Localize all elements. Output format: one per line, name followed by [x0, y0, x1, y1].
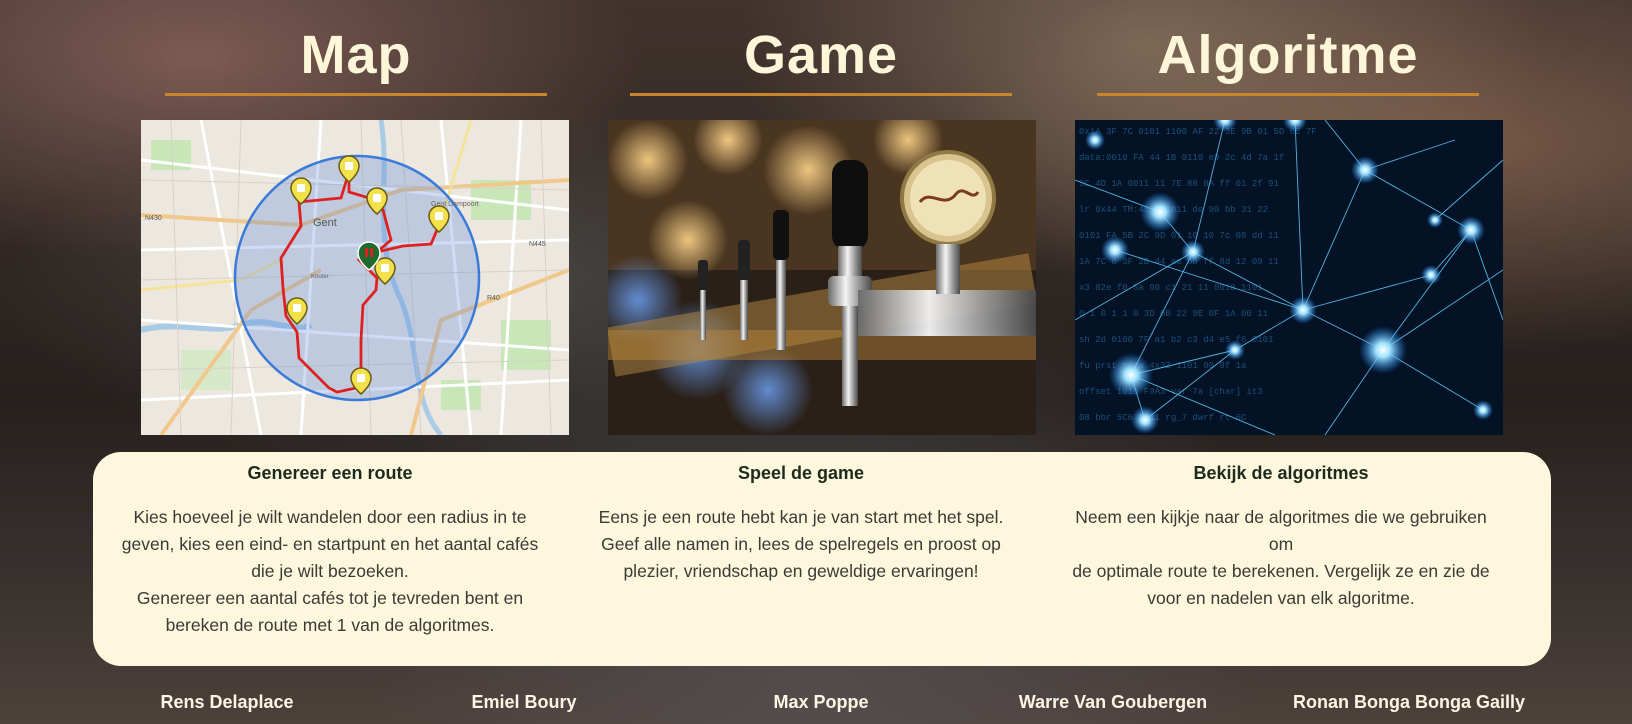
- map-label-road1: N430: [145, 215, 162, 222]
- game-info-line: Geef alle namen in, lees de spelregels e…: [601, 534, 1001, 554]
- algoritme-info-line: voor en nadelen van elk algoritme.: [1147, 588, 1415, 608]
- algoritme-info-line: de optimale route te berekenen. Vergelij…: [1072, 561, 1490, 581]
- map-info-body: Kies hoeveel je wilt wandelen door een r…: [110, 504, 550, 639]
- game-info: Speel de game Eens je een route hebt kan…: [581, 462, 1021, 585]
- algoritme-title[interactable]: Algoritme: [1097, 24, 1479, 96]
- map-title-text: Map: [300, 25, 412, 85]
- game-title-underline: [630, 93, 1012, 96]
- map-info-line: bereken de route met 1 van de algoritmes…: [165, 615, 495, 635]
- svg-text:0x1A 3F 7C 0101 1100 AF 22 3E: 0x1A 3F 7C 0101 1100 AF 22 3E 9B 01 5D 6…: [1079, 127, 1317, 137]
- map-label-city: Gent: [313, 217, 337, 229]
- algoritme-info: Bekijk de algoritmes Neem een kijkje naa…: [1061, 462, 1501, 612]
- network-image[interactable]: 0x1A 3F 7C 0101 1100 AF 22 3E 9B 01 5D 6…: [1075, 120, 1503, 435]
- map-illustration: Gent Gent Dampoort N430 N445 R40 Kouter: [141, 120, 569, 435]
- beer-tap-illustration: [608, 120, 1036, 435]
- algoritme-title-underline: [1097, 93, 1479, 96]
- map-image[interactable]: Gent Gent Dampoort N430 N445 R40 Kouter: [141, 120, 569, 435]
- algoritme-info-heading: Bekijk de algoritmes: [1193, 463, 1369, 483]
- svg-text:08 bbr 5C6 1011 rg_7 dwrf rt 6: 08 bbr 5C6 1011 rg_7 dwrf rt 6C: [1079, 413, 1247, 423]
- network-illustration: 0x1A 3F 7C 0101 1100 AF 22 3E 9B 01 5D 6…: [1075, 120, 1503, 435]
- map-info-line: Kies hoeveel je wilt wandelen door een r…: [133, 507, 527, 527]
- map-title-underline: [165, 93, 547, 96]
- svg-text:3C 4D 1A 0011 11 7E 88 8A ff 0: 3C 4D 1A 0011 11 7E 88 8A ff 01 2f 91: [1079, 179, 1279, 189]
- map-label-road2: N445: [529, 241, 546, 248]
- algoritme-title-text: Algoritme: [1157, 25, 1419, 85]
- map-info-line: geven, kies een eind- en startpunt en he…: [121, 534, 539, 554]
- credit-name: Warre Van Goubergen: [1018, 692, 1208, 712]
- game-title-text: Game: [743, 25, 899, 85]
- map-info-heading: Genereer een route: [247, 463, 413, 483]
- credit-name: Emiel Boury: [471, 692, 577, 712]
- svg-text:data:0010 FA 44 1B 0110 e9 2c: data:0010 FA 44 1B 0110 e9 2c 4d 7a 1f: [1079, 153, 1284, 163]
- map-label-street: Kouter: [311, 274, 329, 280]
- game-info-line: Eens je een route hebt kan je van start …: [598, 507, 1004, 527]
- map-info-line: die je wilt bezoeken.: [251, 561, 409, 581]
- credit-name: Ronan Bonga Bonga Gailly: [1292, 692, 1526, 712]
- game-info-heading: Speel de game: [737, 463, 865, 483]
- algoritme-info-body: Neem een kijkje naar de algoritmes die w…: [1061, 504, 1501, 612]
- game-info-body: Eens je een route hebt kan je van start …: [581, 504, 1021, 585]
- map-info-line: Genereer een aantal cafés tot je tevrede…: [136, 588, 524, 608]
- svg-text:sh 2d 0100 7F a1 b2 c3 d4 e5 f: sh 2d 0100 7F a1 b2 c3 d4 e5 f6 0101: [1079, 335, 1273, 345]
- svg-text:fu prst nrea 4x3Z 1101 00 9f 1: fu prst nrea 4x3Z 1101 00 9f 1a: [1079, 361, 1247, 371]
- credit-name: Max Poppe: [773, 692, 869, 712]
- game-info-line: plezier, vriendschap en geweldige ervari…: [623, 561, 979, 581]
- credits-bar: Rens Delaplace Emiel Boury Max Poppe War…: [0, 692, 1632, 716]
- svg-text:0 1 0 1 1 0 3D 6B 22 9E 0F 1A: 0 1 0 1 1 0 3D 6B 22 9E 0F 1A 00 11: [1079, 309, 1268, 319]
- map-title[interactable]: Map: [165, 24, 547, 96]
- map-info: Genereer een route Kies hoeveel je wilt …: [110, 462, 550, 639]
- algoritme-info-line: Neem een kijkje naar de algoritmes die w…: [1075, 507, 1487, 554]
- map-label-road3: R40: [487, 295, 500, 302]
- credit-name: Rens Delaplace: [160, 692, 294, 712]
- info-card: Genereer een route Kies hoeveel je wilt …: [93, 452, 1551, 666]
- beer-tap-image[interactable]: [608, 120, 1036, 435]
- game-title[interactable]: Game: [630, 24, 1012, 96]
